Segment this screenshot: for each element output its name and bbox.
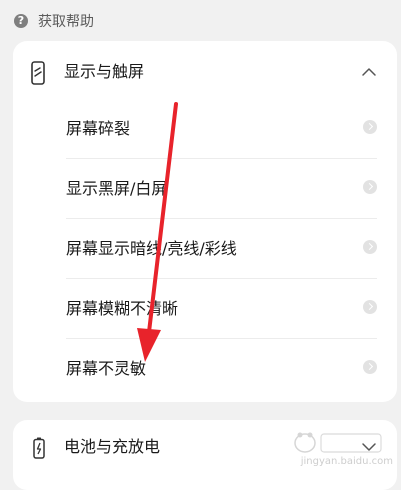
list-item-black-white-screen[interactable]: 显示黑屏/白屏 — [13, 159, 397, 219]
category-card-battery[interactable]: 电池与充放电 — [13, 420, 397, 490]
chevron-right-icon — [363, 360, 377, 374]
category-card-display: 显示与触屏 屏幕碎裂 显示黑屏/白屏 屏幕显示暗线/亮线/彩线 屏幕模糊不清晰 … — [13, 41, 397, 402]
question-circle-icon: ? — [14, 14, 28, 28]
chevron-down-icon[interactable] — [361, 439, 377, 455]
list-item-label: 屏幕碎裂 — [66, 119, 131, 138]
list-item-label: 屏幕不灵敏 — [66, 359, 147, 378]
list-item-screen-unresponsive[interactable]: 屏幕不灵敏 — [13, 339, 397, 399]
category-header-display[interactable]: 显示与触屏 — [13, 41, 397, 105]
chevron-right-icon — [363, 120, 377, 134]
list-item-label: 屏幕显示暗线/亮线/彩线 — [66, 239, 237, 258]
phone-screen-icon — [31, 61, 45, 85]
list-item-screen-blurry[interactable]: 屏幕模糊不清晰 — [13, 279, 397, 339]
list-item-label: 屏幕模糊不清晰 — [66, 299, 179, 318]
list-item-label: 显示黑屏/白屏 — [66, 179, 168, 198]
chevron-right-icon — [363, 240, 377, 254]
chevron-right-icon — [363, 300, 377, 314]
list-item-screen-cracked[interactable]: 屏幕碎裂 — [13, 99, 397, 159]
section-header: ? 获取帮助 — [14, 10, 94, 32]
battery-charging-icon — [33, 437, 45, 459]
category-title: 显示与触屏 — [64, 62, 145, 81]
section-title: 获取帮助 — [38, 14, 94, 30]
category-title: 电池与充放电 — [64, 437, 161, 456]
chevron-right-icon — [363, 180, 377, 194]
list-item-screen-lines[interactable]: 屏幕显示暗线/亮线/彩线 — [13, 219, 397, 279]
chevron-up-icon[interactable] — [361, 64, 377, 80]
